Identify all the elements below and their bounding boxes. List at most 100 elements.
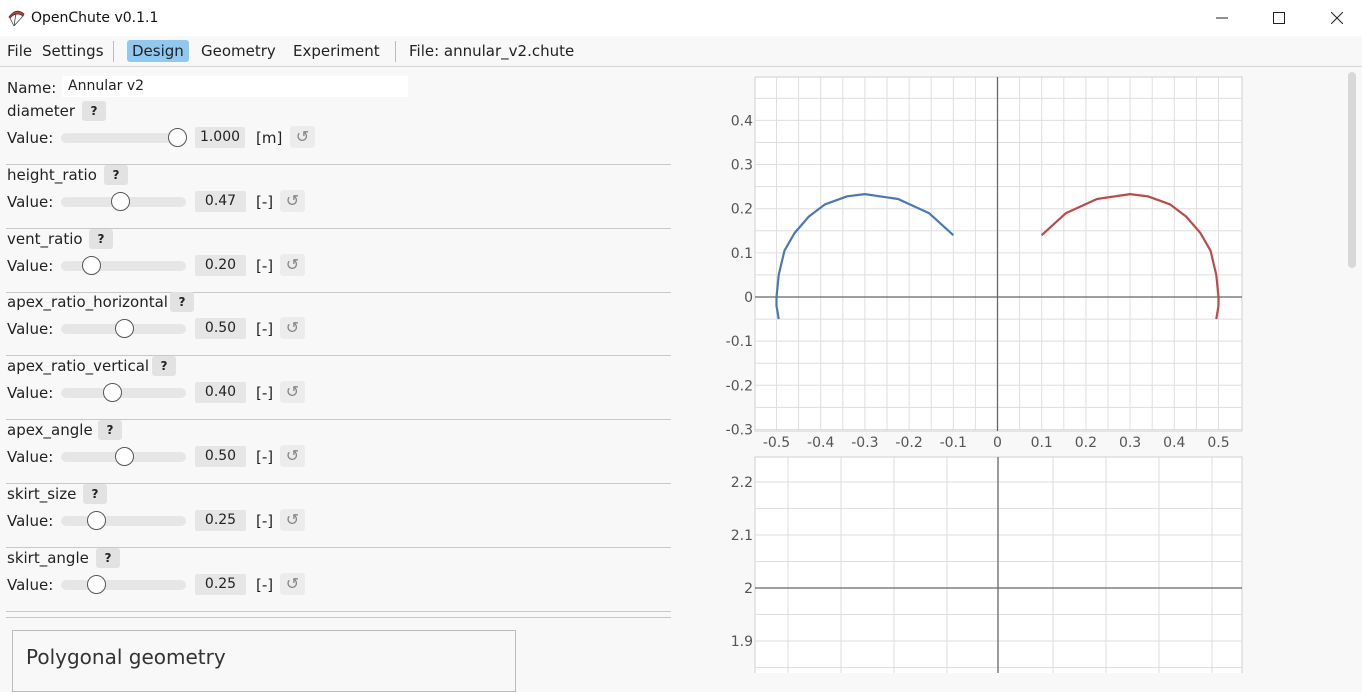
y-tick-label: -0.1 (726, 334, 753, 350)
value-label: Value: (7, 256, 54, 275)
y-tick-label: 0.1 (731, 246, 753, 262)
maximize-button[interactable] (1250, 0, 1308, 36)
unit-label: [-] (256, 448, 274, 466)
value-input[interactable]: 0.50 (195, 318, 246, 340)
unit-label: [-] (256, 511, 274, 530)
slider-thumb[interactable] (87, 574, 106, 594)
maximize-icon (1273, 12, 1285, 24)
y-tick-label: 0.4 (731, 113, 753, 129)
slider-thumb[interactable] (87, 510, 106, 530)
slider-thumb[interactable] (82, 255, 101, 275)
reset-icon[interactable]: ↺ (280, 189, 305, 212)
reset-icon[interactable]: ↺ (280, 381, 305, 404)
unit-label: [-] (256, 256, 274, 275)
param-slider[interactable] (61, 383, 186, 403)
help-button[interactable]: ? (82, 101, 106, 121)
param-slider[interactable] (61, 255, 186, 275)
x-tick-label: 0 (993, 435, 1002, 451)
menu-file[interactable]: File (4, 41, 35, 61)
value-label: Value: (7, 448, 54, 466)
param-name-label: apex_angle (7, 421, 93, 439)
reset-icon[interactable]: ↺ (280, 253, 305, 276)
window-title: OpenChute v0.1.1 (31, 10, 159, 26)
value-input[interactable]: 0.20 (195, 254, 246, 276)
unit-label: [-] (256, 384, 274, 403)
value-label: Value: (7, 192, 54, 211)
close-button[interactable] (1308, 0, 1362, 36)
section-divider (6, 617, 671, 618)
x-tick-label: 0.2 (1075, 435, 1097, 451)
x-tick-label: 0.1 (1031, 435, 1053, 451)
reset-icon[interactable]: ↺ (280, 572, 305, 595)
menu-separator (395, 41, 396, 62)
param-row-skirt-size: skirt_size? Value: 0.25 [-] ↺ (0, 483, 680, 548)
polygonal-geometry-title: Polygonal geometry (26, 645, 226, 669)
value-input[interactable]: 0.25 (195, 509, 246, 531)
value-label: Value: (7, 511, 54, 530)
menu-settings[interactable]: Settings (39, 41, 107, 61)
x-tick-label: -0.2 (895, 435, 922, 451)
x-tick-label: -0.4 (807, 435, 834, 451)
reset-icon[interactable]: ↺ (280, 445, 305, 467)
profile-plot[interactable]: -0.5 -0.4 -0.3 -0.2 -0.1 0 0.1 0.2 0.3 0.4 0.5 0.4 0… (700, 70, 1260, 460)
help-button[interactable]: ? (98, 420, 122, 440)
param-row-apex-angle: apex_angle? Value: 0.50 [-] ↺ (0, 420, 680, 484)
tab-experiment[interactable]: Experiment (290, 41, 383, 61)
y-tick-label: 0 (744, 290, 753, 306)
value-label: Value: (7, 384, 54, 403)
slider-thumb[interactable] (110, 191, 130, 211)
unit-label: [-] (256, 575, 274, 594)
reset-icon[interactable]: ↺ (290, 126, 315, 148)
help-button[interactable]: ? (89, 228, 113, 249)
param-slider[interactable] (61, 574, 186, 594)
plot-area (754, 76, 1243, 432)
value-input[interactable]: 1.000 (195, 127, 245, 148)
y-tick-label: 0.3 (731, 158, 753, 174)
help-button[interactable]: ? (170, 292, 194, 313)
y-tick-label: 2.1 (731, 528, 753, 544)
unit-label: [-] (256, 192, 274, 211)
value-label: Value: (7, 320, 54, 339)
value-input[interactable]: 0.40 (195, 382, 246, 404)
value-input[interactable]: 0.47 (195, 190, 246, 212)
param-slider[interactable] (61, 128, 188, 147)
reset-icon[interactable]: ↺ (280, 508, 305, 531)
scrollbar-thumb[interactable] (1348, 72, 1356, 268)
param-row-vent-ratio: vent_ratio? Value: 0.20 [-] ↺ (0, 228, 680, 293)
help-button[interactable]: ? (83, 483, 107, 504)
param-row-height-ratio: height_ratio? Value: 0.47 [-] ↺ (0, 164, 680, 229)
name-input[interactable]: Annular v2 (62, 76, 408, 97)
x-tick-label: 0.4 (1163, 435, 1185, 451)
param-name-label: vent_ratio (7, 229, 83, 248)
param-row-diameter: diameter? Value: 1.000 [m] ↺ (0, 101, 680, 165)
slider-thumb[interactable] (168, 128, 188, 147)
slider-thumb[interactable] (114, 447, 134, 466)
tab-design[interactable]: Design (127, 40, 189, 62)
polygonal-geometry-group: Polygonal geometry (12, 630, 516, 692)
minimize-button[interactable] (1193, 0, 1251, 36)
x-tick-label: -0.3 (851, 435, 878, 451)
help-button[interactable]: ? (104, 164, 128, 185)
y-tick-label: 2.2 (731, 475, 753, 491)
param-row-skirt-angle: skirt_angle? Value: 0.25 [-] ↺ (0, 547, 680, 612)
tab-geometry[interactable]: Geometry (198, 41, 279, 61)
vertical-scrollbar[interactable] (1346, 70, 1360, 673)
x-tick-label: -0.1 (940, 435, 967, 451)
help-button[interactable]: ? (152, 356, 176, 377)
param-slider[interactable] (61, 319, 186, 339)
y-tick-label: -0.3 (726, 422, 753, 438)
value-input[interactable]: 0.50 (195, 446, 246, 467)
param-slider[interactable] (61, 447, 186, 466)
param-slider[interactable] (61, 510, 186, 530)
row-divider (6, 610, 671, 612)
value-input[interactable]: 0.25 (195, 573, 246, 595)
name-label: Name: (7, 79, 57, 97)
help-button[interactable]: ? (96, 547, 120, 568)
value-label: Value: (7, 575, 54, 594)
param-slider[interactable] (61, 191, 186, 211)
design-panel: Name: Annular v2 diameter? Value: 1.000 [m]… (0, 67, 680, 692)
secondary-plot[interactable]: 2.2 2.1 2 1.9 (700, 455, 1260, 673)
slider-thumb[interactable] (114, 319, 134, 339)
reset-icon[interactable]: ↺ (280, 317, 305, 340)
slider-thumb[interactable] (103, 383, 123, 403)
